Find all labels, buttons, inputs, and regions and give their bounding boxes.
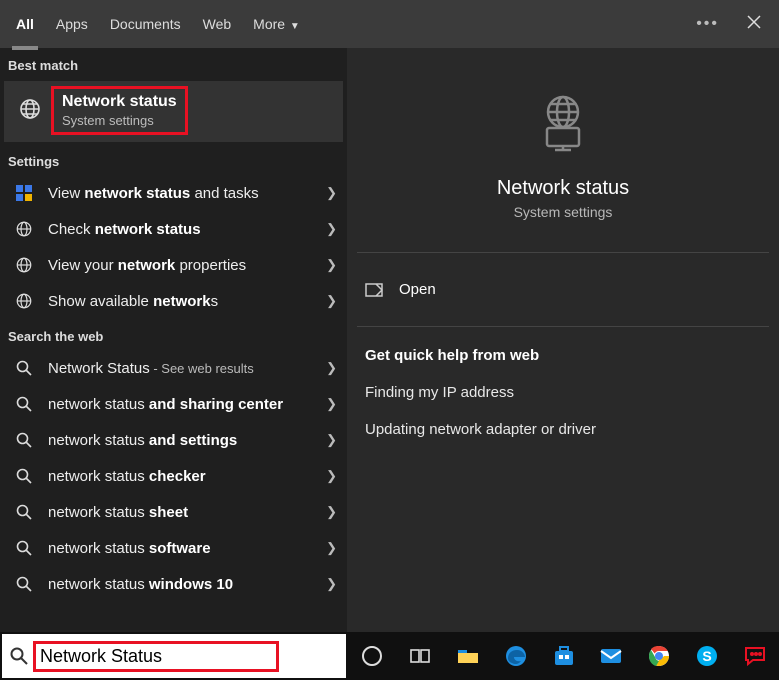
- search-icon: [14, 430, 34, 450]
- taskbar-search[interactable]: [2, 634, 346, 678]
- tab-web[interactable]: Web: [203, 12, 232, 36]
- store-button[interactable]: [540, 632, 588, 680]
- search-icon: [14, 538, 34, 558]
- preview-subtitle: System settings: [514, 204, 613, 220]
- help-link-adapter[interactable]: Updating network adapter or driver: [357, 411, 769, 448]
- web-result-0[interactable]: Network Status - See web results ❯: [0, 350, 347, 386]
- task-view-button[interactable]: [396, 632, 444, 680]
- mail-button[interactable]: [587, 632, 635, 680]
- taskbar: S: [0, 632, 779, 680]
- search-icon: [10, 647, 28, 665]
- web-result-4[interactable]: network status sheet ❯: [0, 494, 347, 530]
- skype-button[interactable]: S: [683, 632, 731, 680]
- best-match-subtitle: System settings: [62, 113, 177, 128]
- more-options-button[interactable]: •••: [690, 9, 725, 39]
- feedback-button[interactable]: [731, 632, 779, 680]
- filter-tabs: All Apps Documents Web More ▼: [16, 12, 690, 36]
- search-web-label: Search the web: [0, 319, 347, 350]
- open-button[interactable]: Open: [357, 267, 769, 312]
- chevron-right-icon: ❯: [326, 221, 337, 237]
- quick-help-label: Get quick help from web: [357, 341, 769, 374]
- best-match-title: Network status: [62, 93, 177, 111]
- settings-item-check-status[interactable]: Check network status ❯: [0, 211, 347, 247]
- chevron-right-icon: ❯: [326, 432, 337, 448]
- tab-documents[interactable]: Documents: [110, 12, 181, 36]
- tab-all[interactable]: All: [16, 12, 34, 36]
- results-panel: Best match Network status System setting…: [0, 48, 347, 632]
- web-result-1[interactable]: network status and sharing center ❯: [0, 386, 347, 422]
- search-input[interactable]: [40, 646, 272, 667]
- globe-icon: [18, 97, 42, 124]
- web-result-2[interactable]: network status and settings ❯: [0, 422, 347, 458]
- close-button[interactable]: [737, 9, 771, 40]
- globe-icon: [14, 255, 34, 275]
- chevron-right-icon: ❯: [326, 185, 337, 201]
- web-result-5[interactable]: network status software ❯: [0, 530, 347, 566]
- chevron-right-icon: ❯: [326, 540, 337, 556]
- best-match-label: Best match: [0, 48, 347, 79]
- web-result-6[interactable]: network status windows 10 ❯: [0, 566, 347, 602]
- globe-icon: [14, 219, 34, 239]
- search-icon: [14, 502, 34, 522]
- network-status-hero-icon: [531, 92, 595, 159]
- tab-more[interactable]: More ▼: [253, 12, 300, 36]
- chevron-right-icon: ❯: [326, 257, 337, 273]
- best-match-result[interactable]: Network status System settings: [4, 81, 343, 142]
- search-icon: [14, 574, 34, 594]
- file-explorer-button[interactable]: [444, 632, 492, 680]
- settings-item-network-tasks[interactable]: View network status and tasks ❯: [0, 175, 347, 211]
- settings-item-available-networks[interactable]: Show available networks ❯: [0, 283, 347, 319]
- preview-title: Network status: [497, 177, 629, 200]
- help-link-ip[interactable]: Finding my IP address: [357, 374, 769, 411]
- chevron-right-icon: ❯: [326, 293, 337, 309]
- chevron-right-icon: ❯: [326, 504, 337, 520]
- chevron-right-icon: ❯: [326, 360, 337, 376]
- filter-bar: All Apps Documents Web More ▼ •••: [0, 0, 779, 48]
- preview-panel: Network status System settings Open Get …: [347, 48, 779, 632]
- tab-apps[interactable]: Apps: [56, 12, 88, 36]
- chrome-button[interactable]: [635, 632, 683, 680]
- search-icon: [14, 394, 34, 414]
- edge-button[interactable]: [492, 632, 540, 680]
- web-result-3[interactable]: network status checker ❯: [0, 458, 347, 494]
- settings-label: Settings: [0, 144, 347, 175]
- cortana-button[interactable]: [348, 632, 396, 680]
- network-tasks-icon: [14, 183, 34, 203]
- settings-item-network-properties[interactable]: View your network properties ❯: [0, 247, 347, 283]
- globe-icon: [14, 291, 34, 311]
- chevron-down-icon: ▼: [287, 21, 300, 32]
- search-icon: [14, 358, 34, 378]
- search-icon: [14, 466, 34, 486]
- chevron-right-icon: ❯: [326, 396, 337, 412]
- chevron-right-icon: ❯: [326, 468, 337, 484]
- svg-text:S: S: [703, 648, 712, 664]
- chevron-right-icon: ❯: [326, 576, 337, 592]
